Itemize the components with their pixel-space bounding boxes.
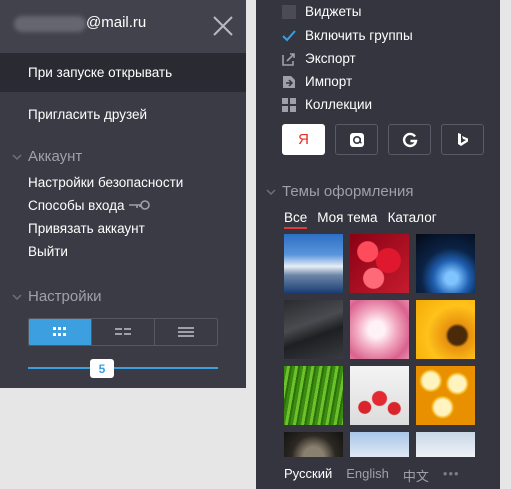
theme-thumb-sunflower[interactable]	[416, 300, 475, 359]
menu-item-security-settings[interactable]: Настройки безопасности	[28, 175, 183, 190]
key-icon	[129, 200, 150, 210]
language-english[interactable]: English	[346, 466, 389, 485]
google-logo-icon	[402, 132, 417, 147]
theme-thumb-earth[interactable]	[416, 234, 475, 293]
left-menu-panel: @mail.ru При запуске открывать Пригласит…	[0, 0, 246, 388]
search-engine-yandex[interactable]: Я	[282, 124, 325, 155]
option-enable-groups-label: Включить группы	[305, 28, 413, 43]
theme-thumb-honeycomb[interactable]	[416, 366, 475, 425]
theme-thumb-mountains[interactable]	[284, 234, 343, 293]
theme-tab-catalog[interactable]: Каталог	[388, 210, 437, 225]
option-widgets[interactable]: Виджеты	[282, 4, 361, 19]
menu-item-logout[interactable]: Выйти	[28, 244, 68, 259]
import-icon	[283, 75, 295, 88]
option-collections-label: Коллекции	[305, 97, 373, 112]
option-import[interactable]: Импорт	[282, 74, 352, 89]
section-account[interactable]: Аккаунт	[12, 148, 82, 165]
theme-tab-all[interactable]: Все	[284, 210, 308, 229]
language-chinese[interactable]: 中文	[403, 466, 429, 485]
grid-small-icon	[115, 328, 131, 335]
checkmark-icon[interactable]	[282, 29, 296, 43]
section-settings[interactable]: Настройки	[12, 288, 102, 305]
grid-large-icon	[53, 327, 66, 336]
view-mode-list[interactable]	[155, 319, 217, 345]
checkbox-unchecked-icon[interactable]	[282, 4, 296, 19]
close-icon[interactable]	[212, 15, 234, 37]
section-settings-label: Настройки	[28, 288, 102, 305]
menu-item-invite-friends[interactable]: Пригласить друзей	[28, 107, 147, 122]
section-themes[interactable]: Темы оформления	[266, 183, 413, 200]
theme-thumb-clouds[interactable]	[416, 432, 475, 457]
option-collections[interactable]: Коллекции	[282, 97, 372, 112]
view-mode-grid-small[interactable]	[92, 319, 155, 345]
language-russian[interactable]: Русский	[284, 466, 332, 485]
export-icon	[282, 52, 295, 66]
account-header: @mail.ru	[0, 0, 246, 53]
theme-thumb-dark-clock[interactable]	[284, 432, 343, 457]
search-engine-bing[interactable]	[441, 124, 484, 155]
view-mode-grid-large[interactable]	[29, 319, 92, 345]
menu-item-login-methods[interactable]: Способы входа	[28, 198, 125, 213]
theme-thumb-dark-texture[interactable]	[284, 300, 343, 359]
email-username-blurred	[14, 16, 86, 32]
option-export-label: Экспорт	[305, 51, 356, 66]
collections-icon	[282, 97, 296, 112]
chevron-down-icon	[12, 293, 22, 300]
app-root: @mail.ru При запуске открывать Пригласит…	[0, 0, 511, 489]
menu-item-link-account[interactable]: Привязать аккаунт	[28, 221, 145, 236]
section-account-label: Аккаунт	[28, 148, 83, 165]
more-languages-icon[interactable]: •••	[443, 466, 460, 485]
search-engine-google[interactable]	[388, 124, 431, 155]
chevron-down-icon	[266, 188, 276, 195]
option-import-label: Импорт	[305, 74, 353, 89]
language-selector: Русский English 中文 •••	[284, 466, 460, 485]
section-themes-label: Темы оформления	[282, 183, 414, 200]
list-icon	[178, 327, 194, 337]
tiles-count-slider-handle[interactable]: 5	[90, 359, 114, 378]
theme-tab-my-theme[interactable]: Моя тема	[317, 210, 377, 225]
chevron-down-icon	[12, 153, 22, 160]
option-widgets-label: Виджеты	[305, 4, 362, 19]
search-engine-mailru[interactable]	[335, 124, 378, 155]
search-engine-selector: Я	[282, 124, 484, 155]
theme-thumb-pomegranate[interactable]	[350, 234, 409, 293]
right-menu-panel: Виджеты Включить группы Экспорт Импорт К…	[256, 0, 500, 489]
option-enable-groups[interactable]: Включить группы	[282, 28, 413, 43]
theme-thumb-sky[interactable]	[350, 432, 409, 457]
theme-tabs: Все Моя тема Каталог	[284, 210, 437, 229]
yandex-logo-icon: Я	[298, 131, 309, 148]
email-domain: @mail.ru	[86, 14, 147, 31]
mailru-logo-icon	[349, 132, 364, 147]
theme-thumb-peony[interactable]	[350, 300, 409, 359]
option-export[interactable]: Экспорт	[282, 51, 356, 66]
theme-thumb-grass[interactable]	[284, 366, 343, 425]
menu-item-on-startup-label: При запуске открывать	[28, 65, 173, 80]
tiles-count-slider-track[interactable]	[28, 367, 218, 369]
bing-logo-icon	[457, 132, 468, 146]
theme-thumb-red-berries[interactable]	[350, 366, 409, 425]
menu-item-on-startup[interactable]: При запуске открывать	[0, 53, 246, 92]
view-mode-switcher	[28, 318, 218, 346]
